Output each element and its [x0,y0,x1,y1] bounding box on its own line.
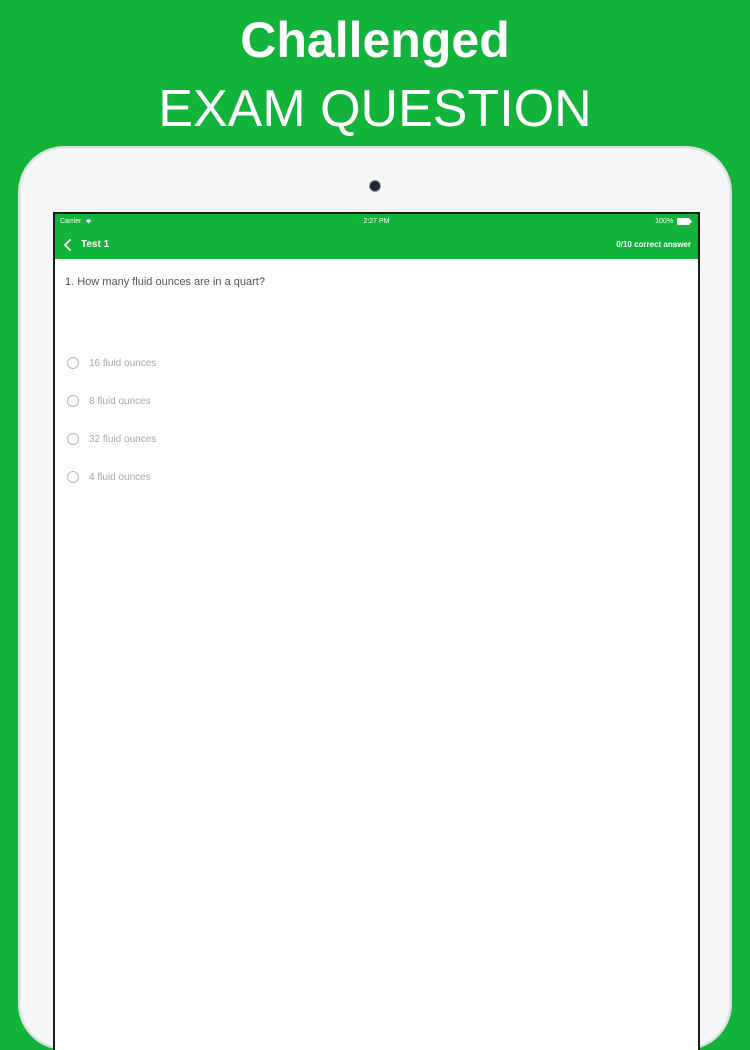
score-counter: 0/10 correct answer [616,240,691,249]
navigation-bar: Test 1 0/10 correct answer [55,230,698,259]
answer-label: 4 fluid ounces [89,471,151,483]
promo-headline: Challenged [240,12,510,68]
question-text: 1. How many fluid ounces are in a quart? [65,276,265,288]
radio-icon[interactable] [67,471,79,483]
answer-label: 8 fluid ounces [89,395,151,407]
promo-subheadline: EXAM QUESTION [158,80,592,138]
status-battery: 100% [655,214,692,230]
answer-option[interactable]: 32 fluid ounces [67,420,156,458]
back-button[interactable]: Test 1 [61,230,109,259]
chevron-left-icon[interactable] [61,238,75,252]
answer-option[interactable]: 4 fluid ounces [67,458,156,496]
camera-icon [370,181,380,191]
status-time: 2:27 PM [363,218,390,225]
radio-icon[interactable] [67,433,79,445]
answer-option[interactable]: 16 fluid ounces [67,344,156,382]
radio-icon[interactable] [67,395,79,407]
tablet-frame: Carrier 2:27 PM 100% Test 1 0/10 correct… [20,148,730,1050]
app-screen: Carrier 2:27 PM 100% Test 1 0/10 correct… [53,212,700,1050]
battery-icon [677,217,692,225]
battery-percent: 100% [655,218,674,225]
radio-icon[interactable] [67,357,79,369]
answer-label: 32 fluid ounces [89,433,157,445]
status-bar: Carrier 2:27 PM 100% [55,214,698,230]
answer-label: 16 fluid ounces [89,357,157,369]
nav-title: Test 1 [81,239,110,250]
answer-options: 16 fluid ounces 8 fluid ounces 32 fluid … [67,344,156,496]
answer-option[interactable]: 8 fluid ounces [67,382,156,420]
